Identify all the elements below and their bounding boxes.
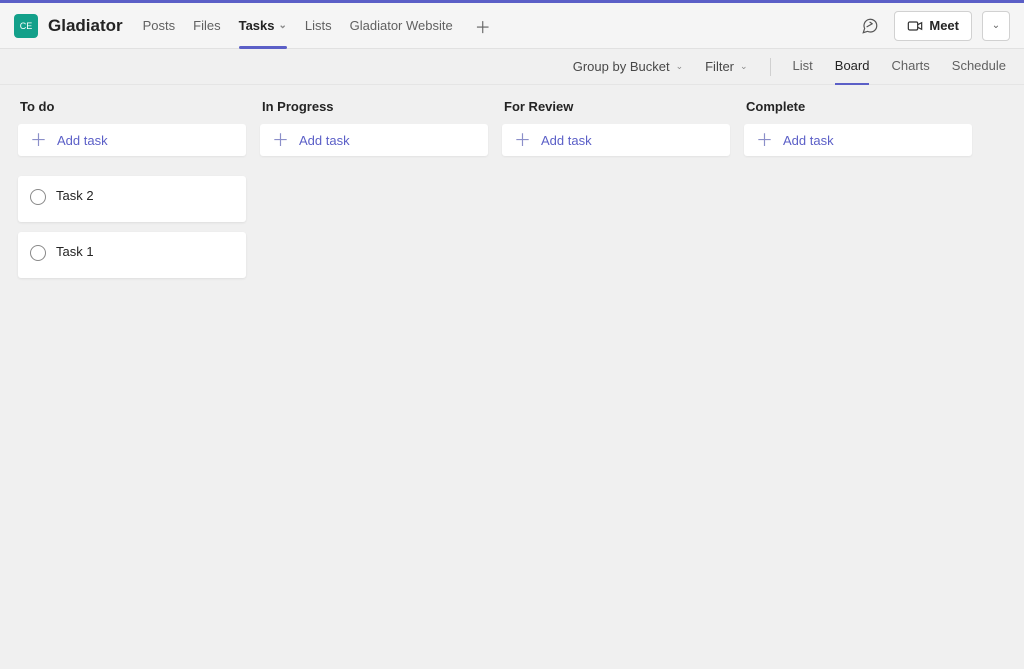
tab-gladiator-website-label: Gladiator Website (350, 18, 453, 33)
bucket-complete: Complete ＋ Add task (744, 99, 972, 652)
add-task-button[interactable]: ＋ Add task (502, 124, 730, 156)
channel-tabs: Posts Files Tasks ⌄ Lists Gladiator Webs… (143, 3, 495, 48)
tab-tasks-label: Tasks (239, 18, 275, 33)
task-title: Task 1 (56, 244, 94, 259)
plus-icon: ＋ (514, 132, 531, 149)
plus-icon: ＋ (475, 20, 491, 37)
tab-gladiator-website[interactable]: Gladiator Website (350, 3, 453, 48)
view-board[interactable]: Board (835, 58, 870, 75)
add-task-label: Add task (299, 133, 350, 148)
view-list[interactable]: List (793, 58, 813, 75)
tab-files-label: Files (193, 18, 220, 33)
bucket-title[interactable]: For Review (502, 99, 730, 114)
add-task-button[interactable]: ＋ Add task (18, 124, 246, 156)
group-by-button[interactable]: Group by Bucket ⌄ (573, 59, 683, 74)
tab-lists[interactable]: Lists (305, 3, 332, 48)
bucket-title[interactable]: Complete (744, 99, 972, 114)
meet-button[interactable]: Meet (894, 11, 972, 41)
complete-task-checkbox[interactable] (30, 245, 46, 261)
bucket-title[interactable]: In Progress (260, 99, 488, 114)
tab-tasks[interactable]: Tasks ⌄ (239, 3, 287, 48)
add-tab-button[interactable]: ＋ (471, 14, 495, 38)
add-task-button[interactable]: ＋ Add task (744, 124, 972, 156)
tab-posts[interactable]: Posts (143, 3, 176, 48)
group-by-label: Group by Bucket (573, 59, 670, 74)
team-avatar[interactable]: CE (14, 14, 38, 38)
filter-label: Filter (705, 59, 734, 74)
app-header: CE Gladiator Posts Files Tasks ⌄ Lists G… (0, 3, 1024, 49)
meet-label: Meet (929, 18, 959, 33)
kanban-board: To do ＋ Add task Task 2 Task 1 In Progre… (0, 85, 1024, 666)
add-task-button[interactable]: ＋ Add task (260, 124, 488, 156)
view-schedule[interactable]: Schedule (952, 58, 1006, 75)
bucket-for-review: For Review ＋ Add task (502, 99, 730, 652)
plus-icon: ＋ (30, 132, 47, 149)
add-task-label: Add task (57, 133, 108, 148)
chevron-down-icon: ⌄ (992, 20, 1000, 31)
tab-posts-label: Posts (143, 18, 176, 33)
reply-thread-button[interactable] (856, 12, 884, 40)
view-charts[interactable]: Charts (891, 58, 929, 75)
add-task-label: Add task (783, 133, 834, 148)
video-icon (907, 18, 923, 34)
toolbar-divider (770, 58, 771, 76)
tab-lists-label: Lists (305, 18, 332, 33)
meet-dropdown-button[interactable]: ⌄ (982, 11, 1010, 41)
header-actions: Meet ⌄ (856, 11, 1010, 41)
filter-button[interactable]: Filter ⌄ (705, 59, 747, 74)
complete-task-checkbox[interactable] (30, 189, 46, 205)
plus-icon: ＋ (272, 132, 289, 149)
chevron-down-icon: ⌄ (740, 61, 748, 72)
plus-icon: ＋ (756, 132, 773, 149)
task-title: Task 2 (56, 188, 94, 203)
chat-icon (861, 17, 879, 35)
bucket-in-progress: In Progress ＋ Add task (260, 99, 488, 652)
board-toolbar: Group by Bucket ⌄ Filter ⌄ List Board Ch… (0, 49, 1024, 85)
task-card[interactable]: Task 1 (18, 232, 246, 278)
chevron-down-icon: ⌄ (279, 20, 287, 31)
bucket-title[interactable]: To do (18, 99, 246, 114)
task-card[interactable]: Task 2 (18, 176, 246, 222)
tab-files[interactable]: Files (193, 3, 220, 48)
bucket-todo: To do ＋ Add task Task 2 Task 1 (18, 99, 246, 652)
add-task-label: Add task (541, 133, 592, 148)
chevron-down-icon: ⌄ (676, 61, 684, 72)
team-name[interactable]: Gladiator (48, 16, 123, 36)
